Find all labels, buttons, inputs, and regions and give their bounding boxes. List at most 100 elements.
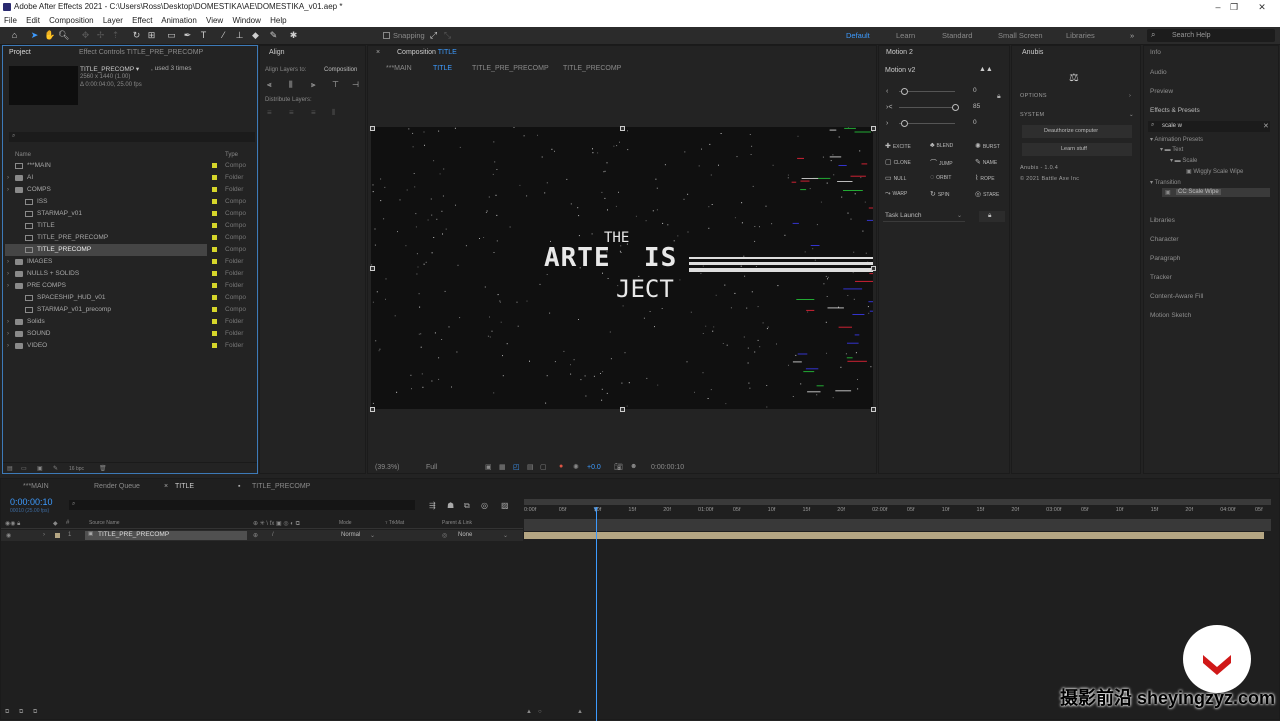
safe-margins-icon[interactable]: ▢ [540,463,547,471]
motion-slider-value[interactable]: 0 [973,119,977,126]
motion-slider-value[interactable]: 85 [973,103,980,110]
breadcrumb-title-pre-precomp[interactable]: TITLE_PRE_PRECOMP [472,65,549,72]
exposure-icon[interactable]: ✺ [573,463,579,471]
menu-effect[interactable]: Effect [132,16,152,25]
motion-button-excite[interactable]: ✚ EXCITE [885,142,911,150]
toggle-transfer-icon[interactable]: ⧉ [19,709,23,716]
maximize-button[interactable]: ❐ [1222,0,1246,14]
zoom-slider-handle[interactable]: ○ [538,709,542,715]
exposure-value[interactable]: +0.0 [587,464,601,471]
timeline-tab-main[interactable]: ***MAIN [23,483,49,490]
label-color-swatch[interactable] [212,343,217,348]
motion-slider-track[interactable] [899,107,955,108]
menu-layer[interactable]: Layer [103,16,123,25]
label-color-swatch[interactable] [212,307,217,312]
col-parent[interactable]: Parent & Link [442,520,472,526]
tab-effect-controls[interactable]: Effect Controls TITLE_PRE_PRECOMP [79,49,203,56]
motion-button-clone[interactable]: ▢ CLONE [885,158,911,166]
workspace-libraries[interactable]: Libraries [1066,31,1095,40]
time-navigator[interactable] [524,499,1271,505]
orbit-tool-icon[interactable]: ✥ [80,30,91,41]
chevron-right-icon[interactable]: › [7,280,9,292]
panel-content-aware-fill[interactable]: Content-Aware Fill [1150,293,1203,300]
panel-audio[interactable]: Audio [1150,69,1167,76]
bit-depth-label[interactable]: 16 bpc [69,466,84,472]
col-type-header[interactable]: Type [225,152,238,158]
work-area-bar[interactable] [524,519,1271,531]
menu-composition[interactable]: Composition [49,16,93,25]
clear-search-icon[interactable]: ✕ [1263,122,1269,130]
motion-slider-handle[interactable] [901,88,908,95]
snapshot-icon[interactable]: 📷︎ [614,463,623,471]
task-launch-dropdown[interactable]: Task Launch ⌄ [883,211,965,222]
chevron-right-icon[interactable]: › [7,340,9,352]
project-comp-item[interactable]: ISS Compo [5,196,255,208]
lock-icon[interactable]: 🔒︎ [997,93,1001,101]
distribute-left-icon[interactable]: ⦀ [332,108,336,118]
layer-collapse-switch-icon[interactable]: ⊕ [253,532,258,539]
tree-text[interactable]: ▾ ▬ Text [1160,146,1183,153]
rectangle-tool-icon[interactable]: ▭ [166,30,177,41]
layer-row[interactable]: ◉ › 1 ▣ TITLE_PRE_PRECOMP ⊕ / Normal ⌄ ◎… [1,530,523,541]
project-comp-item[interactable]: ***MAIN Compo [5,160,255,172]
motion-slider-handle[interactable] [901,120,908,127]
chevron-right-icon[interactable]: › [7,316,9,328]
chevron-right-icon[interactable]: › [7,172,9,184]
label-color-swatch[interactable] [212,271,217,276]
clone-stamp-tool-icon[interactable]: ⊥ [234,30,245,41]
label-color-swatch[interactable] [212,163,217,168]
label-color-swatch[interactable] [212,187,217,192]
timeline-tab-title-precomp[interactable]: TITLE_PRECOMP [252,483,310,490]
distribute-bottom-icon[interactable]: ≡ [311,108,316,117]
project-comp-item[interactable]: STARMAP_v01_precomp Compo [5,304,255,316]
task-launch-button[interactable]: 🔒︎ [979,211,1005,222]
panel-effects-presets[interactable]: Effects & Presets [1150,107,1200,114]
layer-expand-icon[interactable]: › [43,532,45,538]
label-color-swatch[interactable] [212,331,217,336]
toggle-switches-icon[interactable]: ⧉ [5,709,9,716]
eraser-tool-icon[interactable]: ◆ [250,30,261,41]
chevron-right-icon[interactable]: › [7,328,9,340]
tree-scale[interactable]: ▾ ▬ Scale [1170,157,1197,164]
project-comp-item[interactable]: SPACESHIP_HUD_v01 Compo [5,292,255,304]
motion-button-burst[interactable]: ✺ BURST [975,142,1000,150]
draft-3d-icon[interactable]: ☗ [447,501,454,510]
bounding-handle[interactable] [370,126,375,131]
graph-editor-icon[interactable]: ▨ [501,501,509,510]
menu-edit[interactable]: Edit [26,16,40,25]
workspace-standard[interactable]: Standard [942,31,972,40]
tree-transition[interactable]: ▾ Transition [1150,179,1181,186]
viewer-timecode[interactable]: 0:00:00:10 [651,464,684,471]
panel-tracker[interactable]: Tracker [1150,274,1172,281]
current-time-display[interactable]: 0:00:00:10 [10,497,53,507]
motion-button-warp[interactable]: ⤳ WARP [885,190,907,198]
project-folder-item[interactable]: › COMPS Folder [5,184,255,196]
timeline-tab-render-queue[interactable]: Render Queue [94,483,140,490]
project-folder-item[interactable]: › SOUND Folder [5,328,255,340]
workspace-learn[interactable]: Learn [896,31,915,40]
learn-stuff-button[interactable]: Learn stuff [1022,143,1132,156]
hand-tool-icon[interactable]: ✋ [44,30,55,41]
layer-mode-dropdown[interactable]: Normal [341,532,360,538]
chevron-right-icon[interactable]: › [7,268,9,280]
menu-animation[interactable]: Animation [161,16,197,25]
project-folder-item[interactable]: › Solids Folder [5,316,255,328]
show-snapshot-icon[interactable]: ☻ [630,463,637,470]
layer-label-color[interactable] [55,533,60,538]
timeline-search-input[interactable]: ⌕ [69,500,415,510]
panel-preview[interactable]: Preview [1150,88,1173,95]
layer-quality-switch-icon[interactable]: / [272,532,274,538]
selection-tool-icon[interactable]: ➤ [29,30,40,41]
anchor-tool-icon[interactable]: ⊞ [146,30,157,41]
tab-composition[interactable]: Composition TITLE [397,49,457,56]
bounding-handle[interactable] [871,407,876,412]
search-help-field[interactable]: ⌕ Search Help [1147,29,1275,42]
tab-motion[interactable]: Motion 2 [886,49,913,56]
magnification-dropdown[interactable]: (39.3%) [375,464,400,471]
label-color-swatch[interactable] [212,247,217,252]
transparency-grid-icon[interactable]: ▦ [499,463,506,471]
tree-cc-scale-wipe[interactable]: ▣ CC Scale Wipe [1162,188,1270,197]
zoom-in-icon[interactable]: ▲ [577,709,583,715]
timeline-tab-close-icon[interactable]: × [164,483,168,490]
anubis-system[interactable]: SYSTEM [1020,112,1044,118]
